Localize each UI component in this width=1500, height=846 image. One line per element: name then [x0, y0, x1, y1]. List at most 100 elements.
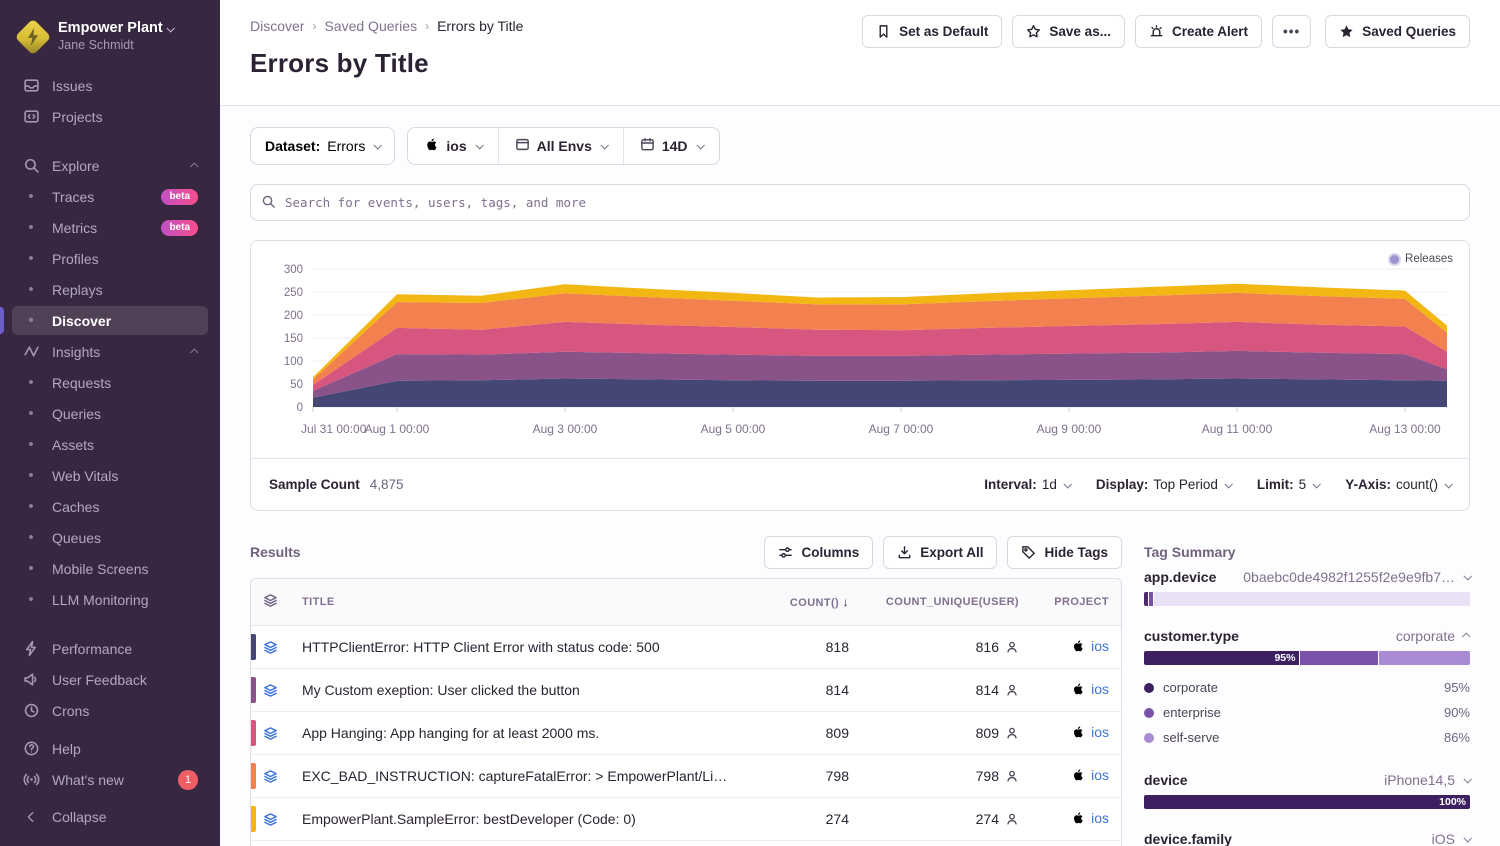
yaxis-control[interactable]: Y-Axis:count() [1345, 477, 1451, 492]
breadcrumb-separator-icon: › [312, 19, 316, 33]
chevron-down-icon [1444, 480, 1452, 488]
tag-section-header[interactable]: app.device0baebc0de4982f1255f2e9e9fb7… [1144, 569, 1470, 585]
chevron-down-icon [374, 141, 382, 149]
tag-value-label: corporate [1163, 680, 1218, 695]
sidebar-item-requests[interactable]: •Requests [0, 367, 220, 398]
tag-distribution-bar[interactable]: 95% [1144, 651, 1470, 665]
project-link[interactable]: ios [1071, 724, 1109, 740]
column-header-title[interactable]: TITLE [290, 579, 746, 626]
search-input[interactable] [250, 184, 1470, 221]
chevron-down-icon [1463, 572, 1471, 580]
sidebar-item-help[interactable]: Help [0, 733, 220, 764]
sidebar-item-what-s-new[interactable]: What's new1 [0, 764, 220, 795]
project-link[interactable]: ios [1071, 638, 1109, 654]
limit-control[interactable]: Limit:5 [1257, 477, 1319, 492]
beta-badge: beta [161, 189, 198, 205]
sidebar-item-explore[interactable]: Explore [0, 150, 220, 181]
event-title-link[interactable]: EmpowerPlant.SampleError: bestDeveloper … [302, 811, 636, 827]
sidebar-collapse[interactable]: Collapse [0, 801, 220, 832]
environment-filter[interactable]: All Envs [498, 128, 623, 164]
display-control[interactable]: Display:Top Period [1096, 477, 1231, 492]
tag-distribution-bar[interactable]: 100% [1144, 795, 1470, 809]
stack-icon[interactable] [263, 640, 278, 655]
date-range-filter[interactable]: 14D [623, 128, 719, 164]
sidebar-item-user-feedback[interactable]: User Feedback [0, 664, 220, 695]
project-link[interactable]: ios [1071, 810, 1109, 826]
sidebar-item-llm-monitoring[interactable]: •LLM Monitoring [0, 584, 220, 615]
tag-value-row[interactable]: self-serve86% [1144, 725, 1470, 750]
sidebar-item-profiles[interactable]: •Profiles [0, 243, 220, 274]
tag-section-header[interactable]: device.familyiOS [1144, 831, 1470, 846]
crons-icon [22, 702, 40, 720]
event-title-link[interactable]: My Custom exeption: User clicked the but… [302, 682, 580, 698]
bookmark-icon [876, 24, 891, 39]
sidebar-item-queues[interactable]: •Queues [0, 522, 220, 553]
interval-control[interactable]: Interval:1d [984, 477, 1070, 492]
dataset-selector[interactable]: Dataset: Errors [250, 127, 395, 165]
more-options-button[interactable]: ••• [1272, 15, 1311, 48]
breadcrumb-errors-by-title: Errors by Title [437, 18, 523, 34]
apple-icon [1071, 682, 1085, 696]
hide-tags-button[interactable]: Hide Tags [1007, 536, 1122, 569]
sidebar-item-insights[interactable]: Insights [0, 336, 220, 367]
sidebar-item-replays[interactable]: •Replays [0, 274, 220, 305]
stack-icon[interactable] [263, 812, 278, 827]
sidebar-item-issues[interactable]: Issues [0, 70, 220, 101]
svg-text:100: 100 [284, 356, 303, 368]
sidebar-item-performance[interactable]: Performance [0, 633, 220, 664]
export-all-button[interactable]: Export All [883, 536, 997, 569]
breadcrumb-saved-queries[interactable]: Saved Queries [324, 18, 417, 34]
tag-section-header[interactable]: customer.typecorporate [1144, 628, 1470, 644]
series-color-bar [251, 763, 256, 789]
sidebar-spacer [0, 615, 220, 633]
project-link[interactable]: ios [1071, 767, 1109, 783]
tag-value-row[interactable]: enterprise90% [1144, 700, 1470, 725]
set-as-default-button[interactable]: Set as Default [862, 15, 1002, 48]
tag-distribution-bar[interactable] [1144, 592, 1470, 606]
sidebar-item-traces[interactable]: •Tracesbeta [0, 181, 220, 212]
sidebar-item-web-vitals[interactable]: •Web Vitals [0, 460, 220, 491]
sidebar-item-caches[interactable]: •Caches [0, 491, 220, 522]
save-as-button[interactable]: Save as... [1012, 15, 1125, 48]
sidebar-item-queries[interactable]: •Queries [0, 398, 220, 429]
tag-section-header[interactable]: deviceiPhone14,5 [1144, 772, 1470, 788]
column-header-project[interactable]: PROJECT [1031, 579, 1121, 626]
tag-top-value: iOS [1432, 831, 1455, 846]
columns-button[interactable]: Columns [764, 536, 873, 569]
stack-icon[interactable] [263, 683, 278, 698]
chevron-down-icon [1224, 480, 1232, 488]
sidebar-item-mobile-screens[interactable]: •Mobile Screens [0, 553, 220, 584]
project-filter[interactable]: ios [408, 128, 497, 164]
column-header-count[interactable]: COUNT() ↓ [746, 579, 861, 626]
stack-icon[interactable] [263, 769, 278, 784]
sidebar-item-crons[interactable]: Crons [0, 695, 220, 726]
ellipsis-icon: ••• [1283, 24, 1300, 39]
tag-name: app.device [1144, 569, 1216, 585]
create-alert-button[interactable]: Create Alert [1135, 15, 1262, 48]
sidebar-item-discover[interactable]: •Discover [0, 305, 220, 336]
stacked-area-chart[interactable]: 050100150200250300Jul 31 00:00Aug 1 00:0… [251, 241, 1469, 458]
org-name[interactable]: Empower Plant [58, 20, 173, 37]
breadcrumb-discover[interactable]: Discover [250, 18, 304, 34]
sidebar-item-label: Assets [52, 437, 94, 453]
count-unique-value: 274 [976, 811, 999, 827]
tag-value-row[interactable]: corporate95% [1144, 675, 1470, 700]
projects-icon [22, 108, 40, 126]
saved-queries-button[interactable]: Saved Queries [1325, 15, 1470, 48]
event-title-link[interactable]: HTTPClientError: HTTP Client Error with … [302, 639, 660, 655]
sidebar-item-assets[interactable]: •Assets [0, 429, 220, 460]
project-link[interactable]: ios [1071, 681, 1109, 697]
chart-legend[interactable]: Releases [1390, 253, 1453, 265]
apple-icon [1071, 768, 1085, 782]
table-row: EmpowerPlant.SampleError: bestDeveloper … [251, 798, 1121, 841]
sidebar-item-projects[interactable]: Projects [0, 101, 220, 132]
apple-icon [424, 137, 439, 155]
stack-icon[interactable] [263, 726, 278, 741]
sidebar-item-metrics[interactable]: •Metricsbeta [0, 212, 220, 243]
event-title-link[interactable]: EXC_BAD_INSTRUCTION: captureFatalError: … [302, 768, 738, 784]
column-header-count-unique[interactable]: COUNT_UNIQUE(USER) [861, 579, 1031, 626]
series-color-bar [251, 806, 256, 832]
org-switcher[interactable]: Empower Plant Jane Schmidt [0, 14, 220, 56]
sidebar-item-label: Replays [52, 282, 103, 298]
event-title-link[interactable]: App Hanging: App hanging for at least 20… [302, 725, 599, 741]
